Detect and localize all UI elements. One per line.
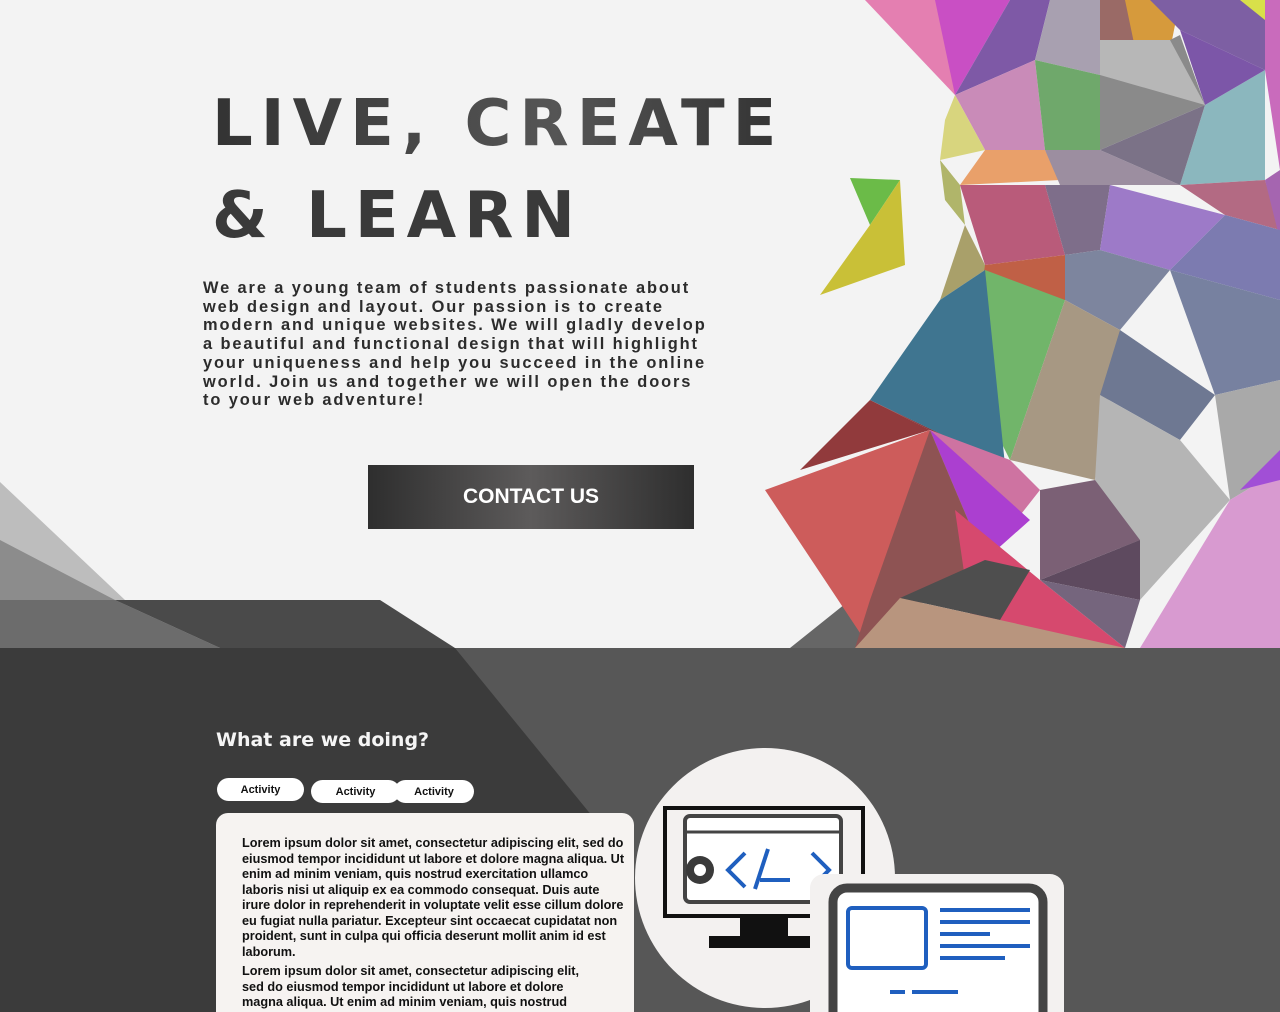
hero-headline: LIVE, CREATE & LEARN	[212, 78, 784, 262]
headline-line-2: & LEARN	[212, 179, 583, 253]
intro-paragraph: We are a young team of students passiona…	[203, 279, 707, 410]
services-section: What are we doing? Activity Activity Act…	[0, 648, 1280, 1012]
services-illustrations	[635, 748, 1064, 1012]
web-layout-icon	[810, 874, 1064, 1012]
hero-section: LIVE, CREATE & LEARN We are a young team…	[0, 0, 1280, 648]
contact-us-button[interactable]: CONTACT US	[368, 465, 694, 529]
headline-line-1: LIVE, CREATE	[212, 78, 784, 170]
